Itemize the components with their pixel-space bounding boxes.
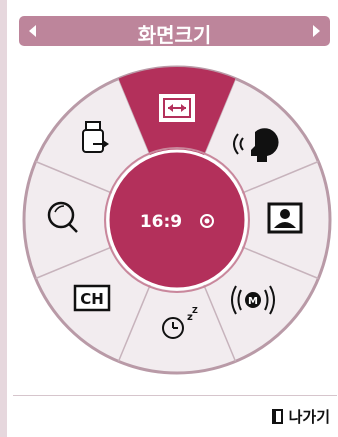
title-bar: 화면크기 — [19, 16, 330, 47]
next-arrow-icon[interactable] — [313, 25, 320, 37]
exit-button[interactable]: 나가기 — [271, 404, 330, 428]
exit-door-icon — [271, 408, 283, 424]
svg-text:M: M — [248, 296, 258, 307]
picture-icon[interactable] — [267, 202, 303, 234]
svg-text:CH: CH — [80, 290, 104, 308]
channel-icon[interactable]: CH — [73, 284, 111, 312]
svg-text:Z: Z — [192, 306, 198, 315]
exit-label: 나가기 — [288, 407, 330, 426]
double-arrow-icon — [159, 94, 195, 122]
center-value: 16:9 — [140, 212, 182, 232]
option-wheel: 16:9 M z Z CH — [22, 65, 332, 375]
footer-divider — [13, 395, 337, 396]
menu-panel: 화면크기 16:9 M z Z CH 나가기 — [7, 0, 338, 437]
page-title: 화면크기 — [137, 23, 212, 47]
